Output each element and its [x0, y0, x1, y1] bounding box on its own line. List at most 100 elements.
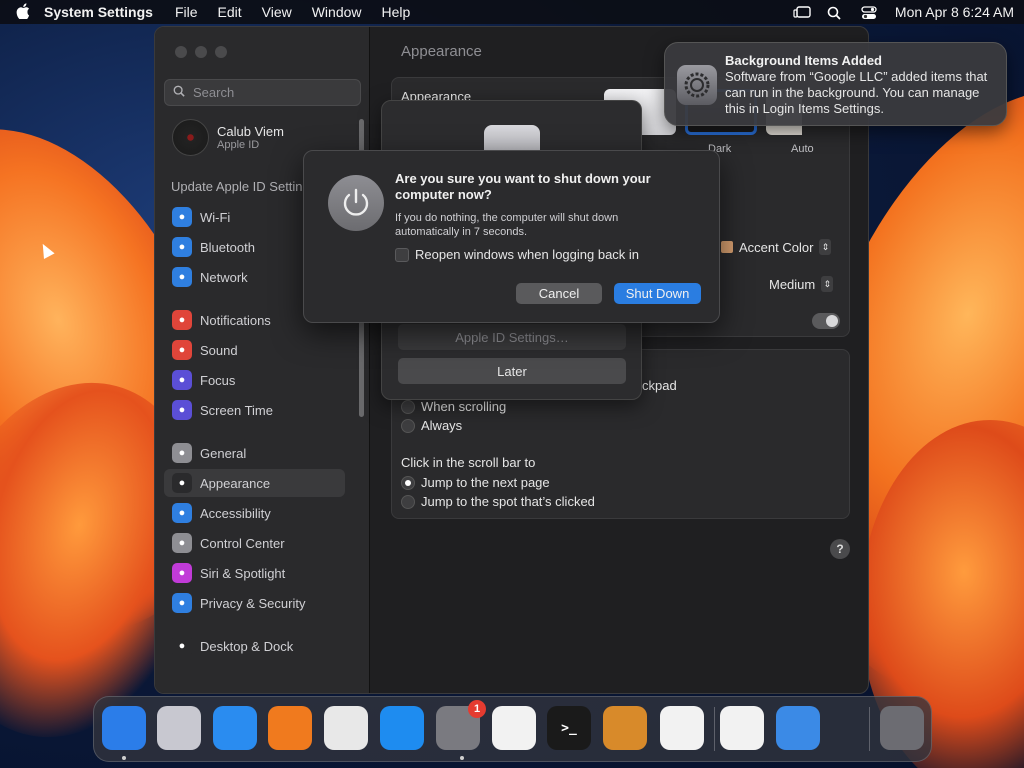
app-name-menu[interactable]: System Settings: [44, 4, 153, 20]
sidebar-item-label: Bluetooth: [200, 239, 255, 255]
radio-label: When scrolling: [421, 399, 507, 414]
search-icon[interactable]: [827, 6, 843, 20]
minimize-window-button[interactable]: [195, 46, 207, 58]
sidebar-item-label: Focus: [200, 372, 236, 388]
menu-view[interactable]: View: [262, 4, 292, 20]
hand-icon: ●: [172, 593, 192, 613]
power-icon: [328, 175, 384, 231]
help-button[interactable]: ?: [830, 539, 850, 559]
radio-label: Always: [421, 418, 463, 433]
apple-id-settings-button[interactable]: Apple ID Settings…: [398, 324, 626, 350]
chevron-updown-icon: ⇕: [819, 239, 832, 255]
sidebar-item-label: Appearance: [200, 475, 271, 491]
weather-icon[interactable]: [776, 706, 820, 750]
wallpaper-tinting-toggle[interactable]: [812, 313, 840, 329]
user-subtitle: Apple ID: [217, 139, 260, 151]
hourglass-icon: ●: [172, 400, 192, 420]
sidebar-item-label: Screen Time: [200, 402, 273, 418]
firefox-icon[interactable]: [268, 706, 312, 750]
click-scrollbar-label: Click in the scroll bar to: [401, 455, 535, 470]
sidebar-item-control-center[interactable]: ● Control Center: [164, 529, 345, 557]
sidebar-item-appearance[interactable]: ● Appearance: [164, 469, 345, 497]
bell-icon: ●: [172, 310, 192, 330]
sidebar-item-label: Wi-Fi: [200, 209, 231, 225]
safari-icon[interactable]: [213, 706, 257, 750]
running-indicator: [122, 756, 126, 760]
gear-icon: ●: [172, 443, 192, 463]
app-store-icon[interactable]: [380, 706, 424, 750]
sidebar-item-desktop-dock[interactable]: ● Desktop & Dock: [164, 632, 345, 660]
chevron-updown-icon: ⇕: [821, 276, 834, 292]
menu-clock[interactable]: Mon Apr 8 6:24 AM: [895, 4, 1014, 20]
dock: 1 >_: [93, 696, 932, 762]
apple-menu-icon[interactable]: [10, 2, 36, 22]
control-center-icon[interactable]: [861, 6, 877, 19]
sidebar-item-label: Sound: [200, 342, 238, 358]
trash-icon[interactable]: [880, 706, 924, 750]
stage-manager-icon[interactable]: [793, 6, 811, 18]
radio-button: [401, 418, 415, 433]
dock-icon: ●: [172, 636, 192, 656]
search-icon: [173, 85, 185, 100]
notification-banner[interactable]: Background Items Added Software from “Go…: [664, 42, 1007, 126]
sidebar-item-siri-spotlight[interactable]: ● Siri & Spotlight: [164, 559, 345, 587]
menu-bar: System Settings File Edit View Window He…: [0, 0, 1024, 24]
sidebar-icon-size-popup[interactable]: Medium ⇕: [769, 276, 834, 292]
radio-when-scrolling[interactable]: When scrolling: [401, 399, 506, 414]
sidebar-item-general[interactable]: ● General: [164, 439, 345, 467]
close-window-button[interactable]: [175, 46, 187, 58]
launchpad-icon[interactable]: [157, 706, 201, 750]
sidebar-item-screen-time[interactable]: ● Screen Time: [164, 396, 345, 424]
visual-studio-icon[interactable]: [720, 706, 764, 750]
avatar: [172, 119, 209, 156]
menu-help[interactable]: Help: [382, 4, 411, 20]
sidebar-item-label: Desktop & Dock: [200, 638, 294, 654]
textedit-icon[interactable]: [492, 706, 536, 750]
terminal-prompt: >_: [561, 720, 577, 736]
show-scroll-bars-label: ckpad: [642, 378, 677, 393]
accent-color-popup[interactable]: Accent Color ⇕: [721, 239, 832, 255]
later-button[interactable]: Later: [398, 358, 626, 384]
speaker-icon: ●: [172, 340, 192, 360]
system-settings-icon[interactable]: 1: [436, 700, 486, 750]
sidebar-item-label: General: [200, 445, 247, 461]
chrome-icon[interactable]: [324, 706, 368, 750]
cancel-button[interactable]: Cancel: [516, 283, 602, 304]
running-indicator: [460, 756, 464, 760]
finder-icon[interactable]: [102, 706, 146, 750]
garageband-icon[interactable]: [603, 706, 647, 750]
dialog-message: If you do nothing, the computer will shu…: [395, 212, 619, 238]
reopen-windows-checkbox[interactable]: Reopen windows when logging back in: [395, 247, 639, 262]
terminal-icon[interactable]: >_: [547, 706, 591, 750]
search-input[interactable]: Search: [164, 79, 361, 106]
sidebar-item-accessibility[interactable]: ● Accessibility: [164, 499, 345, 527]
notification-title: Background Items Added: [725, 53, 882, 68]
accent-color-label: Accent Color: [739, 239, 814, 255]
apple-id-account[interactable]: Calub Viem Apple ID: [172, 119, 284, 156]
sidebar-item-focus[interactable]: ● Focus: [164, 366, 345, 394]
shut-down-button[interactable]: Shut Down: [614, 283, 701, 304]
control-center-icon: ●: [172, 533, 192, 553]
radio-button: [401, 494, 415, 509]
sidebar-item-privacy-security[interactable]: ● Privacy & Security: [164, 589, 345, 617]
sidebar-item-sound[interactable]: ● Sound: [164, 336, 345, 364]
radio-label: Jump to the spot that’s clicked: [421, 494, 595, 509]
sidebar: Search Calub Viem Apple ID Update Apple …: [155, 27, 370, 693]
menu-window[interactable]: Window: [312, 4, 362, 20]
size-value: Medium: [769, 276, 816, 292]
menu-edit[interactable]: Edit: [218, 4, 242, 20]
vscode-icon[interactable]: [660, 706, 704, 750]
radio-button-selected: [401, 475, 415, 490]
radio-next-page[interactable]: Jump to the next page: [401, 475, 550, 490]
moon-icon: ●: [172, 370, 192, 390]
zoom-window-button[interactable]: [215, 46, 227, 58]
theme-auto-label: Auto: [791, 143, 814, 155]
menu-file[interactable]: File: [175, 4, 198, 20]
notification-body: Software from “Google LLC” added items t…: [725, 69, 988, 116]
dock-separator: [869, 707, 870, 751]
bluetooth-icon: ●: [172, 237, 192, 257]
appearance-icon: ●: [172, 473, 192, 493]
radio-spot-clicked[interactable]: Jump to the spot that’s clicked: [401, 494, 595, 509]
radio-always[interactable]: Always: [401, 418, 462, 433]
checkbox: [395, 247, 409, 262]
